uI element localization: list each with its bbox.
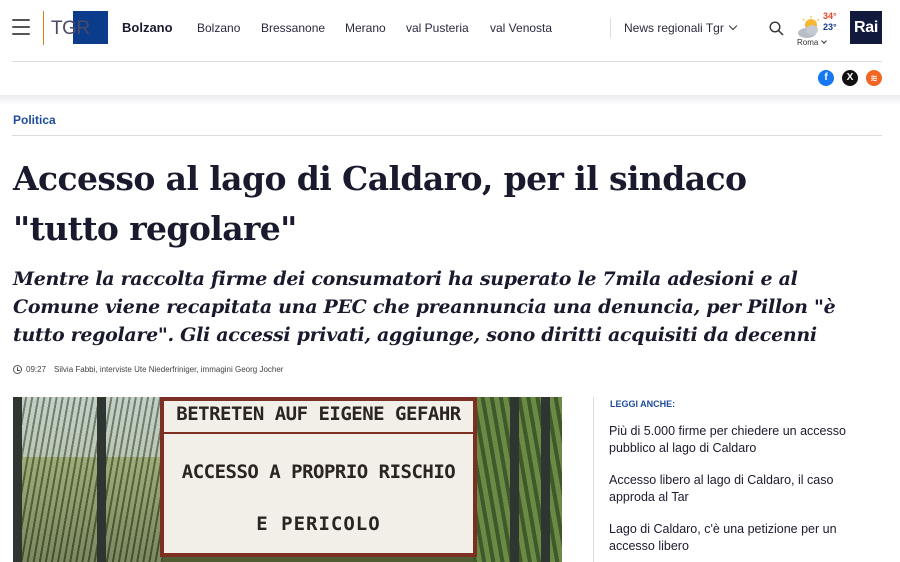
tgr-logo[interactable]: TGR — [51, 11, 108, 44]
x-icon[interactable]: X — [842, 70, 858, 86]
related-title: LEGGI ANCHE: — [610, 399, 676, 409]
article-image[interactable]: BETRETEN AUF EIGENE GEFAHR ACCESSO A PRO… — [13, 397, 562, 562]
article-headline: Accesso al lago di Caldaro, per il sinda… — [13, 159, 747, 248]
nav-item-bolzano[interactable]: Bolzano — [197, 21, 240, 35]
image-reeds — [13, 397, 163, 562]
fence-post — [510, 397, 519, 562]
tgr-logo-text: TGR — [51, 18, 90, 39]
nav-item-val-pusteria[interactable]: val Pusteria — [406, 21, 469, 35]
warning-sign: BETRETEN AUF EIGENE GEFAHR ACCESSO A PRO… — [160, 397, 477, 557]
hamburger-icon[interactable] — [12, 19, 30, 35]
sign-rule — [164, 432, 473, 434]
related-link-3[interactable]: Lago di Caldaro, c'è una petizione per u… — [609, 521, 879, 555]
related-link-1[interactable]: Più di 5.000 firme per chiedere un acces… — [609, 423, 879, 457]
category-separator — [12, 135, 882, 136]
search-icon[interactable] — [769, 21, 784, 36]
fence-post — [13, 397, 22, 562]
sign-line-2: ACCESSO A PROPRIO RISCHIO — [181, 461, 456, 483]
nav-item-val-venosta[interactable]: val Venosta — [490, 21, 552, 35]
nav-divider — [610, 18, 611, 38]
news-regionali-label: News regionali Tgr — [624, 21, 724, 35]
temperature-min: 23° — [823, 22, 837, 32]
sign-line-1: BETRETEN AUF EIGENE GEFAHR — [176, 403, 461, 425]
article-meta: 09:27 Silvia Fabbi, interviste Ute Nieder… — [13, 365, 283, 374]
weather-city: Roma — [797, 38, 819, 47]
fence-post — [97, 397, 106, 562]
nav-item-merano[interactable]: Merano — [345, 21, 386, 35]
section-shadow — [0, 95, 900, 105]
fence-post — [541, 397, 550, 562]
region-title[interactable]: Bolzano — [122, 20, 173, 35]
related-link-2[interactable]: Accesso libero al lago di Caldaro, il ca… — [609, 472, 879, 506]
clock-icon — [13, 365, 22, 374]
facebook-icon[interactable]: f — [818, 70, 834, 86]
article-subheadline: Mentre la raccolta firme dei consumatori… — [13, 268, 836, 346]
news-regionali-dropdown[interactable]: News regionali Tgr — [624, 21, 738, 35]
nav-item-bressanone[interactable]: Bressanone — [261, 21, 325, 35]
article-time: 09:27 — [26, 365, 47, 374]
chevron-down-icon — [821, 38, 828, 44]
article-credits: Silvia Fabbi, interviste Ute Niederfrini… — [54, 365, 284, 374]
rai-logo[interactable]: Rai — [850, 11, 882, 44]
related-divider — [593, 397, 594, 562]
top-header: TGR Bolzano Bolzano Bressanone Merano va… — [0, 0, 900, 58]
sign-line-3: E PERICOLO — [256, 513, 381, 535]
chevron-down-icon — [728, 21, 738, 31]
temperature-max: 34° — [823, 11, 837, 21]
category-label[interactable]: Politica — [13, 113, 56, 127]
rss-icon[interactable]: ≋ — [866, 70, 882, 86]
header-divider — [43, 11, 44, 45]
header-separator — [12, 61, 882, 62]
weather-city-selector[interactable]: Roma — [797, 38, 828, 47]
